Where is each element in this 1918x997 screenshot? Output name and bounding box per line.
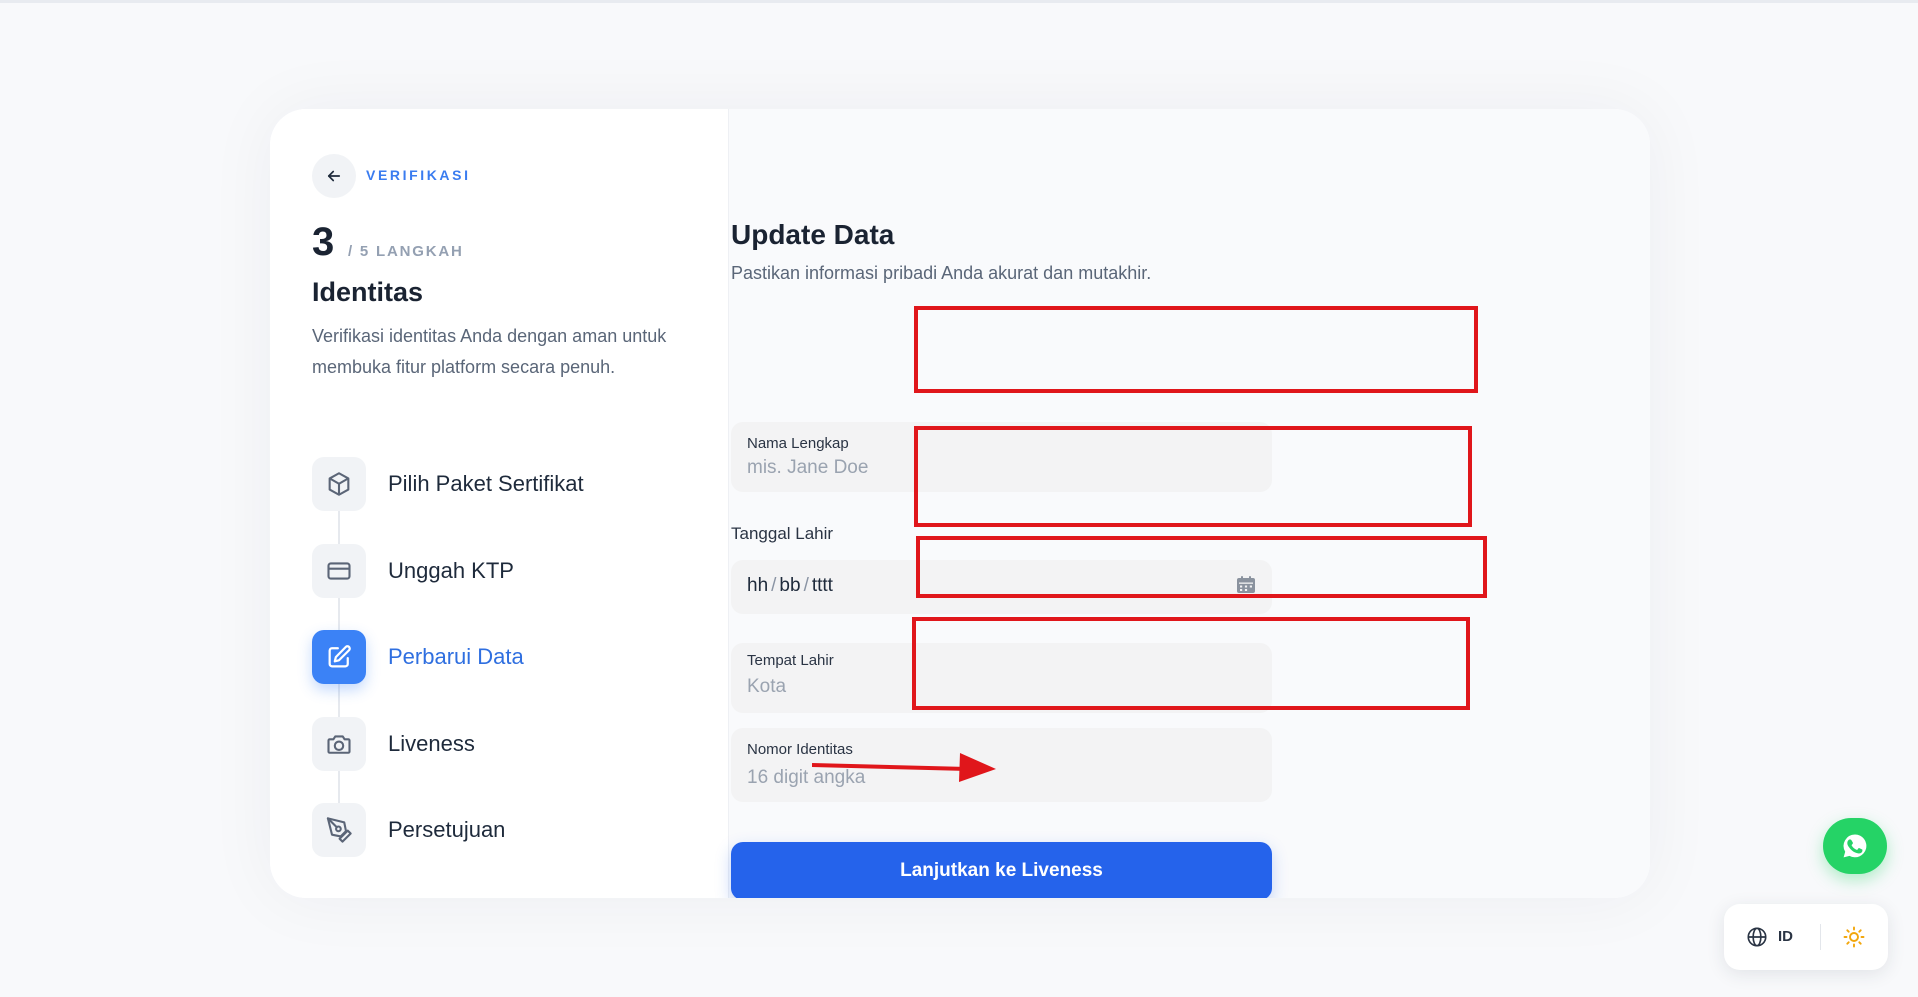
annotation-box <box>914 306 1478 393</box>
step-label: Pilih Paket Sertifikat <box>388 471 584 496</box>
annotation-arrow-icon <box>812 753 996 782</box>
card-icon <box>327 562 351 580</box>
top-divider <box>0 0 1918 3</box>
total-steps: / 5 LANGKAH <box>348 243 464 260</box>
step-icon-wrap <box>312 803 366 857</box>
step-icon-wrap <box>312 544 366 598</box>
step-connector <box>338 684 340 717</box>
step-item-pilih-paket[interactable]: Pilih Paket Sertifikat <box>312 457 692 511</box>
panel-title: Identitas <box>312 277 424 307</box>
form-title: Update Data <box>731 219 895 250</box>
date-separator: / <box>803 575 809 596</box>
globe-icon[interactable] <box>1746 926 1768 948</box>
package-icon <box>328 472 350 496</box>
current-step-number: 3 <box>312 220 335 264</box>
panel-description: Verifikasi identitas Anda dengan aman un… <box>312 326 667 377</box>
step-label: Persetujuan <box>388 817 506 842</box>
birth-date-label: Tanggal Lahir <box>731 524 834 543</box>
continue-to-liveness-button[interactable]: Lanjutkan ke Liveness <box>731 842 1272 898</box>
day-segment[interactable]: hh <box>747 575 768 596</box>
camera-icon <box>327 735 351 754</box>
step-label: Unggah KTP <box>388 558 514 583</box>
step-item-persetujuan[interactable]: Persetujuan <box>312 803 692 857</box>
annotation-box <box>916 536 1487 598</box>
back-button[interactable] <box>312 154 356 198</box>
birth-date-input[interactable]: hh / bb / tttt <box>747 575 833 597</box>
section-eyebrow: VERIFIKASI <box>366 167 471 183</box>
date-separator: / <box>771 575 777 596</box>
sun-icon[interactable] <box>1842 925 1866 949</box>
year-segment[interactable]: tttt <box>812 575 833 596</box>
month-segment[interactable]: bb <box>779 575 800 596</box>
step-item-unggah-ktp[interactable]: Unggah KTP <box>312 544 692 598</box>
steps-panel: VERIFIKASI 3 / 5 LANGKAH Identitas Verif… <box>270 109 729 898</box>
step-icon-wrap <box>312 457 366 511</box>
step-label: Perbarui Data <box>388 644 524 669</box>
arrow-left-icon <box>327 170 341 182</box>
preferences-widget: ID <box>1724 904 1888 970</box>
step-connector <box>338 511 340 544</box>
pen-tool-icon <box>326 817 352 843</box>
form-subtitle: Pastikan informasi pribadi Anda akurat d… <box>731 263 1152 283</box>
annotation-box <box>912 617 1470 710</box>
full-name-label: Nama Lengkap <box>747 435 849 452</box>
whatsapp-button[interactable] <box>1823 818 1887 874</box>
step-icon-wrap <box>312 717 366 771</box>
step-label: Liveness <box>388 731 475 756</box>
whatsapp-icon <box>1843 834 1867 858</box>
annotation-box <box>914 426 1472 527</box>
birth-place-label: Tempat Lahir <box>747 652 834 669</box>
step-item-liveness[interactable]: Liveness <box>312 717 692 771</box>
step-connector <box>338 771 340 803</box>
step-icon-wrap <box>312 630 366 684</box>
step-connector <box>338 598 340 630</box>
edit-icon <box>328 645 351 668</box>
divider <box>1820 924 1821 950</box>
language-toggle[interactable]: ID <box>1778 928 1793 945</box>
step-item-perbarui-data[interactable]: Perbarui Data <box>312 630 692 684</box>
